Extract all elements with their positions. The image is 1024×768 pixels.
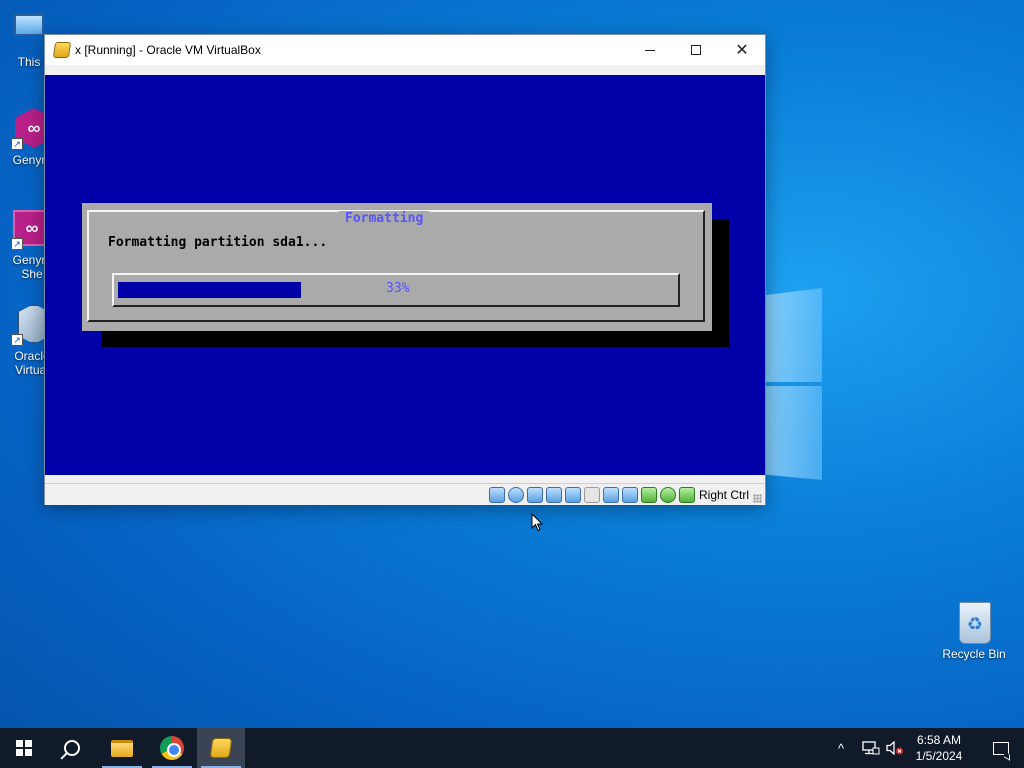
keyboard-icon[interactable] <box>679 487 695 503</box>
recording-icon[interactable] <box>622 487 638 503</box>
close-icon: ✕ <box>735 42 749 59</box>
vm-statusbar: Right Ctrl <box>45 483 765 505</box>
audio-icon[interactable] <box>527 487 543 503</box>
dialog-title: Formatting <box>339 211 430 226</box>
maximize-button[interactable] <box>673 35 719 65</box>
window-titlebar[interactable]: x [Running] - Oracle VM VirtualBox ✕ <box>45 35 765 65</box>
maximize-icon <box>691 45 701 55</box>
clock-time: 6:58 AM <box>916 733 962 747</box>
network-icon[interactable] <box>546 487 562 503</box>
formatting-dialog: Formatting Formatting partition sda1... … <box>82 203 712 331</box>
optical-drive-icon[interactable] <box>508 487 524 503</box>
windows-logo-wallpaper <box>762 288 824 482</box>
taskbar-clock[interactable]: 6:58 AM 1/5/2024 <box>910 732 968 764</box>
desktop-icon-recycle-bin[interactable]: ♻ Recycle Bin <box>936 602 1012 661</box>
display-icon[interactable] <box>603 487 619 503</box>
window-title: x [Running] - Oracle VM VirtualBox <box>75 43 261 57</box>
taskbar-file-explorer[interactable] <box>98 728 146 768</box>
volume-muted-icon <box>886 740 903 756</box>
clock-date: 1/5/2024 <box>915 749 963 763</box>
mouse-integration-icon[interactable] <box>660 487 676 503</box>
close-button[interactable]: ✕ <box>719 35 765 65</box>
virtualbox-app-icon <box>52 42 72 58</box>
hard-disk-icon[interactable] <box>489 487 505 503</box>
tray-overflow-button[interactable]: ^ <box>838 728 844 768</box>
status-icons <box>489 487 695 503</box>
minimize-button[interactable] <box>627 35 673 65</box>
virtualbox-window: x [Running] - Oracle VM VirtualBox ✕ For… <box>44 34 766 505</box>
start-button[interactable] <box>0 728 48 768</box>
host-key-label[interactable]: Right Ctrl <box>699 488 749 502</box>
shared-folders-icon[interactable] <box>584 487 600 503</box>
taskbar-virtualbox[interactable] <box>197 728 245 768</box>
notification-icon <box>993 741 1009 755</box>
progress-bar: 33% <box>112 273 680 307</box>
resize-grip[interactable] <box>753 494 762 503</box>
minimize-icon <box>645 49 655 51</box>
search-icon <box>64 740 80 756</box>
action-center-button[interactable] <box>978 728 1024 768</box>
usb-icon[interactable] <box>565 487 581 503</box>
vm-display[interactable]: Formatting Formatting partition sda1... … <box>45 75 765 475</box>
taskbar: ^ 6:58 AM 1/5/2024 <box>0 728 1024 768</box>
recycle-bin-icon: ♻ <box>953 602 995 644</box>
mouse-cursor-icon <box>531 513 543 532</box>
tray-volume[interactable] <box>886 728 904 768</box>
chevron-up-icon: ^ <box>838 740 845 756</box>
virtualbox-icon <box>209 738 233 758</box>
folder-icon <box>111 739 133 757</box>
progress-percent: 33% <box>386 281 410 296</box>
chrome-icon <box>160 736 184 760</box>
search-button[interactable] <box>48 728 96 768</box>
dialog-message: Formatting partition sda1... <box>108 235 328 250</box>
tray-network[interactable] <box>862 728 880 768</box>
windows-start-icon <box>16 740 32 756</box>
cpu-icon[interactable] <box>641 487 657 503</box>
desktop-icon-label: Recycle Bin <box>942 647 1006 661</box>
progress-fill <box>118 282 301 298</box>
taskbar-chrome[interactable] <box>148 728 196 768</box>
network-icon <box>862 741 880 755</box>
